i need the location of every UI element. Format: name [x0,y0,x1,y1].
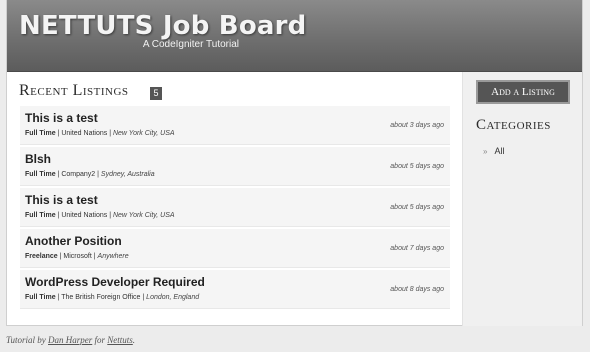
listing-title[interactable]: WordPress Developer Required [25,275,205,289]
job-location: London, England [146,294,200,301]
add-listing-button[interactable]: Add a Listing [476,80,570,104]
listing-item[interactable]: Another Position Freelance | Microsoft |… [20,229,450,268]
job-type: Freelance [25,253,58,260]
listing-age: about 7 days ago [390,245,444,252]
footer-prefix: Tutorial by [6,335,46,345]
category-item-all[interactable]: » All [483,146,504,156]
listing-title[interactable]: Blsh [25,152,51,166]
footer-suffix: . [132,335,136,345]
section-title: Recent Listings [19,82,129,99]
sidebar: Add a Listing Categories » All [462,72,582,326]
job-location: Anywhere [97,253,129,260]
listing-meta: Full Time | United Nations | New York Ci… [25,130,175,137]
listings-section: Recent Listings 5 This is a test Full Ti… [7,72,462,326]
listing-title[interactable]: Another Position [25,234,122,248]
author-link[interactable]: Dan Harper [48,335,92,345]
company-name: United Nations [61,212,108,219]
job-type: Full Time [25,171,56,178]
page-footer: Tutorial by Dan Harper for Nettuts. [6,335,135,345]
job-type: Full Time [25,130,56,137]
site-tagline: A CodeIgniter Tutorial [142,39,239,50]
listing-count-badge: 5 [150,87,162,100]
footer-middle: for [94,335,106,345]
listing-meta: Full Time | Company2 | Sydney, Australia [25,171,155,178]
listing-age: about 5 days ago [390,163,444,170]
job-location: Sydney, Australia [100,171,155,178]
chevron-right-icon: » [483,147,488,156]
job-location: New York City, USA [112,130,175,137]
job-type: Full Time [25,212,56,219]
listing-meta: Freelance | Microsoft | Anywhere [25,253,129,260]
company-name: Microsoft [63,253,92,260]
listing-item[interactable]: This is a test Full Time | United Nation… [20,188,450,227]
listing-item[interactable]: WordPress Developer Required Full Time |… [20,270,450,309]
job-location: New York City, USA [112,212,175,219]
listing-age: about 3 days ago [390,122,444,129]
categories-title: Categories [476,117,551,133]
company-name: United Nations [61,130,108,137]
company-name: Company2 [61,171,96,178]
listing-item[interactable]: Blsh Full Time | Company2 | Sydney, Aust… [20,147,450,186]
site-header: NETTUTS Job Board A CodeIgniter Tutorial [7,0,582,72]
site-title[interactable]: NETTUTS Job Board [19,11,306,41]
listing-age: about 5 days ago [390,204,444,211]
site-link[interactable]: Nettuts [107,335,133,345]
listing-meta: Full Time | The British Foreign Office |… [25,294,200,301]
listing-meta: Full Time | United Nations | New York Ci… [25,212,175,219]
job-type: Full Time [25,294,56,301]
page-frame: NETTUTS Job Board A CodeIgniter Tutorial… [6,0,583,326]
listing-title[interactable]: This is a test [25,193,98,207]
category-label[interactable]: All [494,146,504,156]
listing-item[interactable]: This is a test Full Time | United Nation… [20,106,450,145]
listing-title[interactable]: This is a test [25,111,98,125]
company-name: The British Foreign Office [61,294,141,301]
listing-age: about 8 days ago [390,286,444,293]
